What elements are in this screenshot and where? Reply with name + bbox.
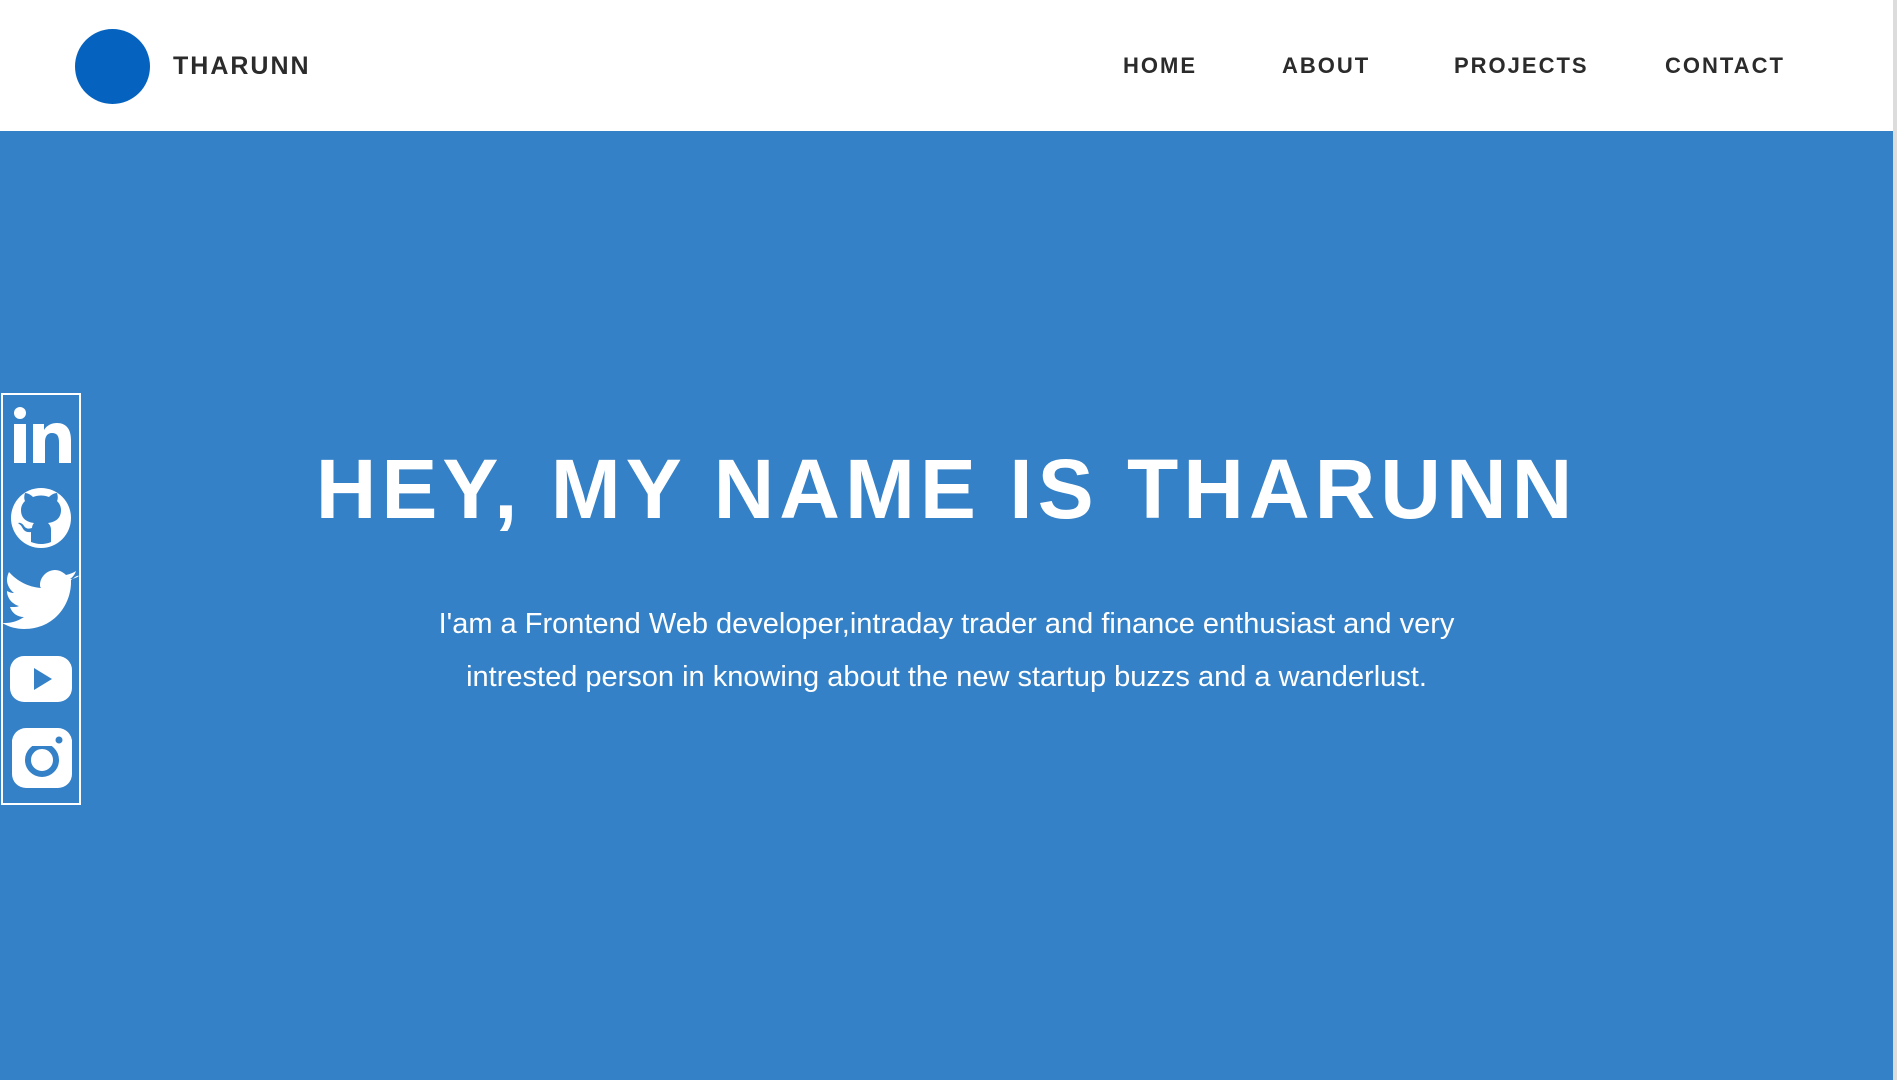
hero-title: HEY, MY NAME IS THARUNN (315, 442, 1578, 536)
scrollbar[interactable] (1893, 0, 1897, 1080)
twitter-icon[interactable] (3, 560, 79, 636)
github-icon[interactable] (3, 480, 79, 556)
linkedin-icon[interactable] (3, 399, 79, 475)
hero-section: HEY, MY NAME IS THARUNN I'am a Frontend … (0, 131, 1893, 1080)
main-nav: HOME ABOUT PROJECTS CONTACT (0, 51, 1893, 81)
nav-contact-link[interactable]: CONTACT (1665, 51, 1785, 81)
youtube-icon[interactable] (3, 640, 79, 716)
nav-projects-link[interactable]: PROJECTS (1454, 51, 1589, 81)
hero-description: I'am a Frontend Web developer,intraday t… (438, 608, 1455, 693)
nav-home-link[interactable]: HOME (1123, 51, 1197, 81)
instagram-icon[interactable] (3, 719, 79, 795)
page: THARUNN HOME ABOUT PROJECTS CONTACT HEY,… (0, 0, 1897, 1080)
nav-about-link[interactable]: ABOUT (1282, 51, 1370, 81)
social-links-bar (1, 393, 81, 805)
site-header: THARUNN HOME ABOUT PROJECTS CONTACT (0, 0, 1893, 131)
